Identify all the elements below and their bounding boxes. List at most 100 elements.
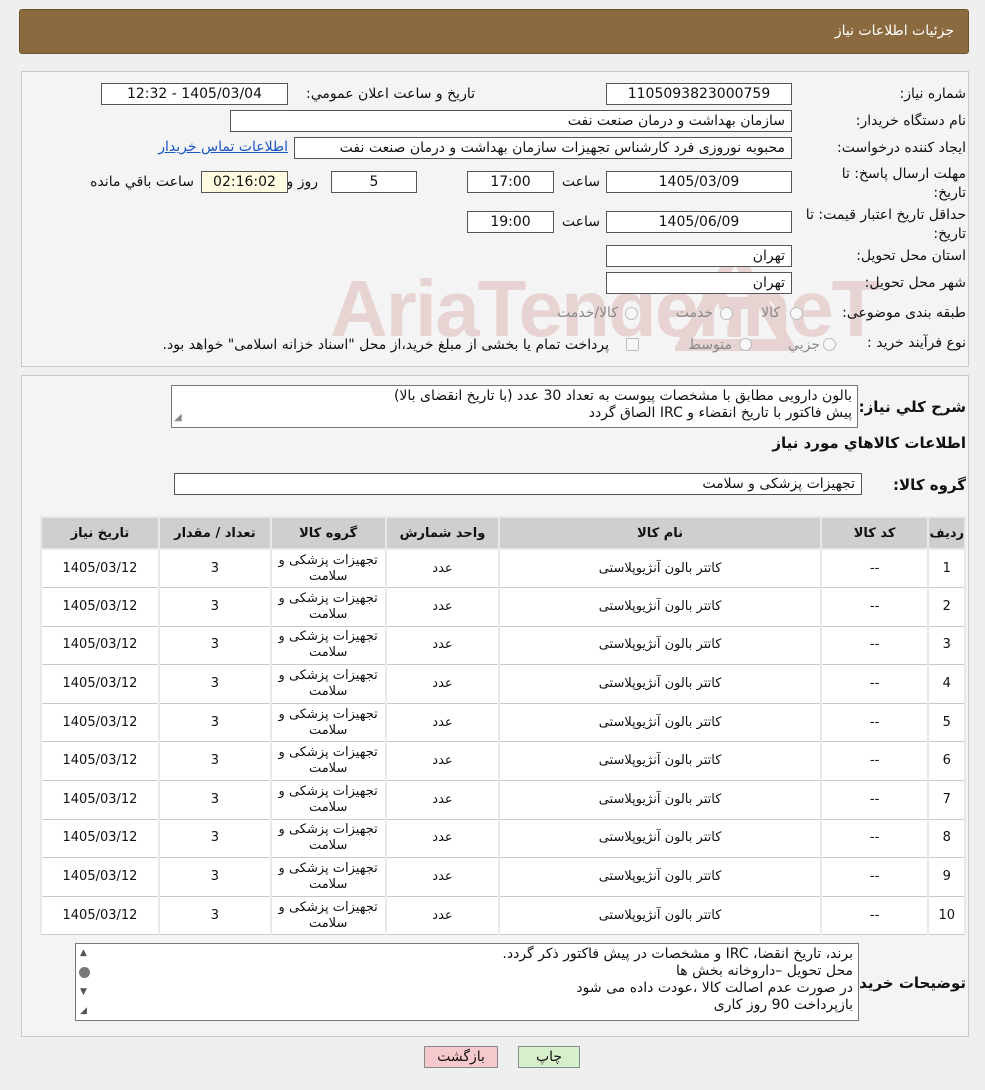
cell-need-date: 1405/03/12 <box>40 857 160 897</box>
cell-quantity: 3 <box>157 780 272 820</box>
process-type-label: نوع فرآيند خريد : <box>867 335 966 351</box>
cell-unit: عدد <box>384 664 501 704</box>
announce-datetime-field: 1405/03/04 - 12:32 <box>101 83 288 105</box>
description-line-2: پیش فاکتور با تاریخ انقضاء و IRC الصاق گ… <box>588 405 852 421</box>
cell-row-number: 2 <box>927 587 966 627</box>
cell-need-date: 1405/03/12 <box>40 741 160 782</box>
process-radio-medium[interactable] <box>739 338 752 351</box>
description-textarea[interactable]: بالون دارویی مطابق با مشخصات پیوست به تع… <box>171 385 858 428</box>
col-unit-header: واحد شمارش <box>384 516 501 550</box>
table-row: 9 -- کاتتر بالون آنژیوپلاستی عدد تجهیزات پزش… <box>40 857 966 897</box>
cell-item-name: کاتتر بالون آنژیوپلاستی <box>498 741 822 782</box>
table-row: 2 -- کاتتر بالون آنژیوپلاستی عدد تجهیزات پزش… <box>40 587 966 627</box>
cell-quantity: 3 <box>157 626 272 666</box>
cell-item-name: کاتتر بالون آنژیوپلاستی <box>498 896 822 936</box>
category-option-service: خدمت <box>675 305 713 321</box>
cell-item-group: تجهیزات پزشکی و سلامت <box>269 549 387 589</box>
col-date-header: تاريخ نياز <box>40 516 160 550</box>
resize-grip-icon[interactable]: ◢ <box>80 1006 87 1016</box>
remaining-time-field: 02:16:02 <box>201 171 288 193</box>
buyer-note-line-3: در صورت عدم اصالت کالا ،عودت داده می شود <box>576 980 853 996</box>
process-radio-minor[interactable] <box>823 338 836 351</box>
cell-item-code: -- <box>819 664 930 704</box>
cell-unit: عدد <box>384 741 501 782</box>
cell-need-date: 1405/03/12 <box>40 587 160 627</box>
description-line-1: بالون دارویی مطابق با مشخصات پیوست به تع… <box>393 388 852 404</box>
cell-need-date: 1405/03/12 <box>40 664 160 704</box>
cell-item-code: -- <box>819 780 930 820</box>
cell-item-name: کاتتر بالون آنژیوپلاستی <box>498 819 822 859</box>
buyer-note-line-1: برند، تاریخ انقضا، IRC و مشخصات در پیش ف… <box>502 946 853 962</box>
deadline-label: مهلت ارسال پاسخ: تا تاريخ: <box>841 166 966 201</box>
goods-group-field: تجهیزات پزشکی و سلامت <box>174 473 862 495</box>
cell-row-number: 5 <box>927 703 966 743</box>
print-button[interactable]: چاپ <box>518 1046 580 1068</box>
cell-need-date: 1405/03/12 <box>40 703 160 743</box>
province-label: استان محل تحويل: <box>856 248 966 264</box>
treasury-note: پرداخت تمام يا بخشی از مبلغ خريد،از محل … <box>162 337 609 353</box>
cell-unit: عدد <box>384 780 501 820</box>
table-row: 1 -- کاتتر بالون آنژیوپلاستی عدد تجهیزات پزش… <box>40 549 966 589</box>
cell-item-code: -- <box>819 896 930 936</box>
buyer-org-field: سازمان بهداشت و درمان صنعت نفت <box>230 110 792 132</box>
scroll-up-icon[interactable]: ▲ <box>80 948 87 958</box>
col-row-header: رديف <box>927 516 966 550</box>
table-row: 8 -- کاتتر بالون آنژیوپلاستی عدد تجهیزات پزش… <box>40 819 966 859</box>
validity-time-field: 19:00 <box>467 211 554 233</box>
cell-row-number: 3 <box>927 626 966 666</box>
goods-info-title: اطلاعات كالاهاي مورد نياز <box>772 434 966 452</box>
page-title: جزئیات اطلاعات نیاز <box>834 23 954 39</box>
col-code-header: كد كالا <box>819 516 930 550</box>
cell-item-code: -- <box>819 626 930 666</box>
days-remaining-field: 5 <box>331 171 417 193</box>
cell-row-number: 6 <box>927 741 966 782</box>
city-field: تهران <box>606 272 792 294</box>
cell-item-name: کاتتر بالون آنژیوپلاستی <box>498 780 822 820</box>
validity-date-field: 1405/06/09 <box>606 211 792 233</box>
buyer-notes-textarea[interactable]: برند، تاریخ انقضا، IRC و مشخصات در پیش ف… <box>75 943 859 1021</box>
table-row: 5 -- کاتتر بالون آنژیوپلاستی عدد تجهیزات پزش… <box>40 703 966 743</box>
col-group-header: گروه كالا <box>269 516 387 550</box>
back-button[interactable]: بازگشت <box>424 1046 498 1068</box>
cell-unit: عدد <box>384 896 501 936</box>
page-header: جزئیات اطلاعات نیاز <box>19 9 969 54</box>
resize-grip-icon[interactable]: ◢ <box>174 409 182 426</box>
buyer-notes-scrollbar[interactable]: ▲ ▼ ◢ <box>77 946 93 1018</box>
cell-item-group: تجهیزات پزشکی و سلامت <box>269 819 387 859</box>
buyer-contact-link[interactable]: اطلاعات تماس خريدار <box>158 139 288 155</box>
cell-item-code: -- <box>819 587 930 627</box>
treasury-checkbox[interactable] <box>626 338 639 351</box>
buyer-org-label: نام دستگاه خريدار: <box>855 113 966 129</box>
cell-need-date: 1405/03/12 <box>40 626 160 666</box>
cell-quantity: 3 <box>157 703 272 743</box>
cell-item-group: تجهیزات پزشکی و سلامت <box>269 626 387 666</box>
days-word-label: روز و <box>286 174 319 190</box>
scroll-down-icon[interactable]: ▼ <box>80 987 87 997</box>
cell-need-date: 1405/03/12 <box>40 780 160 820</box>
cell-item-name: کاتتر بالون آنژیوپلاستی <box>498 664 822 704</box>
city-label: شهر محل تحويل: <box>864 275 966 291</box>
cell-row-number: 1 <box>927 549 966 589</box>
table-row: 3 -- کاتتر بالون آنژیوپلاستی عدد تجهیزات پزش… <box>40 626 966 666</box>
need-number-field: 1105093823000759 <box>606 83 792 105</box>
category-radio-goods-service[interactable] <box>625 307 638 320</box>
category-radio-service[interactable] <box>720 307 733 320</box>
items-table: رديف كد كالا نام كالا واحد شمارش گروه كا… <box>40 516 966 936</box>
scroll-thumb[interactable] <box>79 967 90 978</box>
cell-row-number: 4 <box>927 664 966 704</box>
remaining-time-label: ساعت باقي مانده <box>90 174 194 190</box>
cell-quantity: 3 <box>157 896 272 936</box>
cell-unit: عدد <box>384 549 501 589</box>
category-radio-goods[interactable] <box>790 307 803 320</box>
cell-quantity: 3 <box>157 549 272 589</box>
cell-item-code: -- <box>819 549 930 589</box>
cell-row-number: 8 <box>927 819 966 859</box>
description-label: شرح كلي نياز: <box>858 398 966 416</box>
cell-item-name: کاتتر بالون آنژیوپلاستی <box>498 587 822 627</box>
cell-item-group: تجهیزات پزشکی و سلامت <box>269 587 387 627</box>
cell-item-group: تجهیزات پزشکی و سلامت <box>269 741 387 782</box>
table-row: 6 -- کاتتر بالون آنژیوپلاستی عدد تجهیزات پزش… <box>40 741 966 782</box>
need-number-label: شماره نیاز: <box>899 86 967 102</box>
table-row: 10 -- کاتتر بالون آنژیوپلاستی عدد تجهیزات پز… <box>40 896 966 936</box>
deadline-date-field: 1405/03/09 <box>606 171 792 193</box>
